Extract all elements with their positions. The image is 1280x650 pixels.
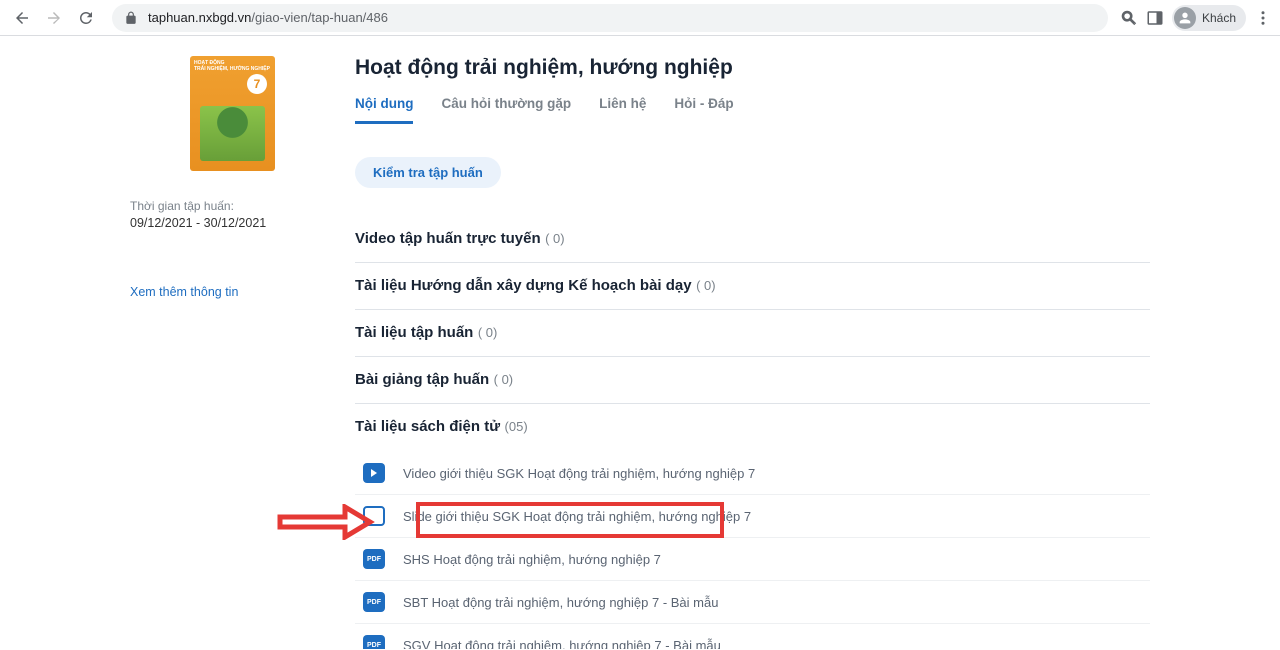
pdf-icon: PDF [363,549,385,569]
back-button[interactable] [8,4,36,32]
guest-profile[interactable]: Khách [1172,5,1246,31]
list-item[interactable]: PDF SGV Hoạt động trải nghiệm, hướng ngh… [355,624,1150,649]
guest-label: Khách [1202,11,1236,25]
tabs: Nội dung Câu hỏi thường gặp Liên hệ Hỏi … [355,96,1150,125]
tab-lien-he[interactable]: Liên hệ [599,96,646,124]
book-cover[interactable]: HOẠT ĐỘNG TRẢI NGHIỆM, HƯỚNG NGHIỆP [190,56,275,171]
training-period-value: 09/12/2021 - 30/12/2021 [130,216,295,230]
forward-button[interactable] [40,4,68,32]
lock-icon [124,11,138,25]
list-item[interactable]: PDF SBT Hoạt động trải nghiệm, hướng ngh… [355,581,1150,624]
pdf-icon: PDF [363,635,385,649]
main-content: Hoạt động trải nghiệm, hướng nghiệp Nội … [355,56,1150,649]
browser-toolbar: taphuan.nxbgd.vn/giao-vien/tap-huan/486 … [0,0,1280,36]
section-video-online[interactable]: Video tập huấn trực tuyến ( 0) [355,216,1150,263]
avatar-icon [1174,7,1196,29]
video-icon [363,463,385,483]
tab-hoi-dap[interactable]: Hỏi - Đáp [674,96,733,124]
section-lesson-plan[interactable]: Tài liệu Hướng dẫn xây dựng Kế hoạch bài… [355,263,1150,310]
training-period-label: Thời gian tập huấn: [130,199,295,213]
list-item[interactable]: PDF SHS Hoạt động trải nghiệm, hướng ngh… [355,538,1150,581]
page-viewport: HOẠT ĐỘNG TRẢI NGHIỆM, HƯỚNG NGHIỆP Thời… [0,36,1280,649]
slide-icon [363,506,385,526]
section-ebooks: Tài liệu sách điện tử (05) Video giới th… [355,404,1150,649]
reload-button[interactable] [72,4,100,32]
tab-faq[interactable]: Câu hỏi thường gặp [441,96,571,124]
section-training-lectures[interactable]: Bài giảng tập huấn ( 0) [355,357,1150,404]
page-title: Hoạt động trải nghiệm, hướng nghiệp [355,56,1150,80]
pdf-icon: PDF [363,592,385,612]
panel-icon[interactable] [1146,9,1164,27]
section-training-docs[interactable]: Tài liệu tập huấn ( 0) [355,310,1150,357]
tab-noi-dung[interactable]: Nội dung [355,96,413,124]
address-bar[interactable]: taphuan.nxbgd.vn/giao-vien/tap-huan/486 [112,4,1108,32]
list-item[interactable]: Slide giới thiệu SGK Hoạt động trải nghi… [355,495,1150,538]
url-text: taphuan.nxbgd.vn/giao-vien/tap-huan/486 [148,10,388,25]
sidebar: HOẠT ĐỘNG TRẢI NGHIỆM, HƯỚNG NGHIỆP Thời… [130,56,295,649]
zoom-icon[interactable] [1120,9,1138,27]
kebab-menu-icon[interactable] [1254,9,1272,27]
exam-button[interactable]: Kiểm tra tập huấn [355,157,501,188]
more-info-link[interactable]: Xem thêm thông tin [130,285,238,299]
list-item[interactable]: Video giới thiệu SGK Hoạt động trải nghi… [355,452,1150,495]
